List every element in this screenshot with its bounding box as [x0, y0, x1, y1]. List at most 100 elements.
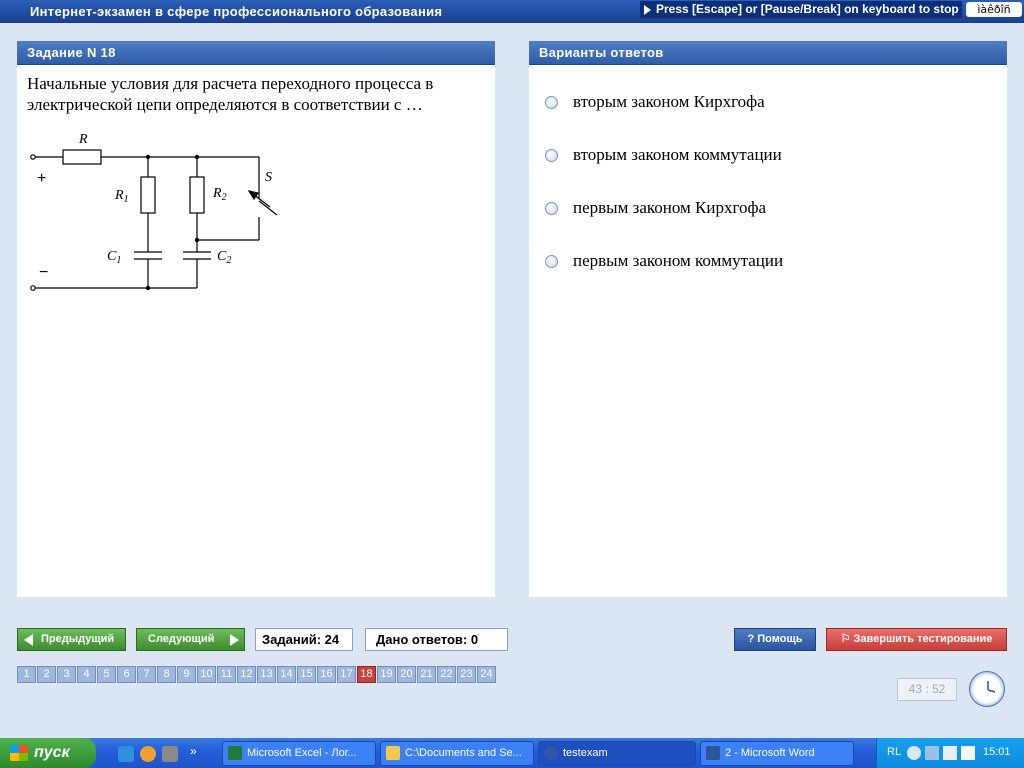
tray-arrow-icon[interactable] — [925, 746, 939, 760]
question-icon: ? — [747, 633, 758, 645]
task-panel: Задание N 18 Начальные условия для расче… — [17, 41, 495, 597]
page-number-button[interactable]: 16 — [317, 666, 336, 683]
help-button-label: Помощь — [757, 633, 803, 645]
tray-clock: 15:01 — [983, 746, 1011, 758]
system-tray: RL 15:01 — [876, 738, 1024, 768]
page-number-button[interactable]: 7 — [137, 666, 156, 683]
prev-button[interactable]: Предыдущий — [17, 628, 126, 651]
start-label: пуск — [34, 744, 70, 761]
answer-option[interactable]: первым законом Кирхгофа — [545, 196, 766, 220]
page-number-button[interactable]: 15 — [297, 666, 316, 683]
quicklaunch-app-icon[interactable] — [162, 746, 178, 762]
page-number-button[interactable]: 24 — [477, 666, 496, 683]
network-icon[interactable] — [943, 746, 957, 760]
media-icon[interactable] — [961, 746, 975, 760]
question-text: Начальные условия для расчета переходног… — [27, 74, 434, 114]
escape-hint-text: Press [Escape] or [Pause/Break] on keybo… — [656, 2, 959, 16]
junction-dot — [194, 237, 200, 243]
taskbar-item-label: Microsoft Excel - Лог... — [247, 747, 357, 759]
junction-dot — [145, 285, 151, 291]
next-button-label: Следующий — [148, 633, 215, 645]
app-title: Интернет-экзамен в сфере профессионально… — [30, 4, 443, 19]
answer-text: вторым законом коммутации — [573, 145, 782, 164]
runner-icon: ⚐ — [840, 633, 854, 645]
media-player-icon[interactable] — [140, 746, 156, 762]
answer-text: вторым законом Кирхгофа — [573, 92, 765, 111]
clock-icon — [969, 671, 1005, 707]
help-button[interactable]: ? Помощь — [734, 628, 816, 651]
page-number-button[interactable]: 2 — [37, 666, 56, 683]
label-plus: + — [37, 170, 46, 187]
arrow-left-icon — [24, 634, 33, 646]
testexam-icon — [544, 746, 558, 760]
radio-button[interactable] — [545, 148, 558, 162]
taskbar-item-label: 2 - Microsoft Word — [725, 747, 815, 759]
page-number-button[interactable]: 9 — [177, 666, 196, 683]
junction-dot — [145, 154, 151, 160]
page-number-button[interactable]: 1 — [17, 666, 36, 683]
page-number-button[interactable]: 18 — [357, 666, 376, 683]
page-number-button[interactable]: 6 — [117, 666, 136, 683]
taskbar-item-word[interactable]: 2 - Microsoft Word — [700, 741, 854, 766]
page-number-button[interactable]: 22 — [437, 666, 456, 683]
word-icon — [706, 746, 720, 760]
circuit-diagram: R R1 R2 C1 C2 S + − — [30, 132, 278, 291]
label-r2: R2 — [212, 186, 227, 203]
excel-icon — [228, 746, 242, 760]
taskbar-item-label: C:\Documents and Se... — [405, 747, 522, 759]
radio-button[interactable] — [545, 254, 558, 268]
junction-dot — [194, 154, 200, 160]
label-c1: C1 — [107, 249, 121, 266]
start-button[interactable]: пуск — [0, 738, 96, 768]
page-number-button[interactable]: 4 — [77, 666, 96, 683]
page-number-button[interactable]: 12 — [237, 666, 256, 683]
page-number-button[interactable]: 20 — [397, 666, 416, 683]
answers-given-count: Дано ответов: 0 — [365, 628, 508, 651]
answer-option[interactable]: первым законом коммутации — [545, 249, 783, 273]
answer-text: первым законом Кирхгофа — [573, 198, 767, 217]
finish-test-button[interactable]: ⚐ Завершить тестирование — [826, 628, 1007, 651]
answer-option[interactable]: вторым законом Кирхгофа — [545, 90, 765, 114]
play-arrow-icon — [644, 5, 651, 15]
page-number-button[interactable]: 14 — [277, 666, 296, 683]
taskbar-item-label: testexam — [563, 747, 608, 759]
page-number-button[interactable]: 10 — [197, 666, 216, 683]
title-bar: Интернет-экзамен в сфере профессионально… — [0, 0, 1024, 23]
timer: 43 : 52 — [897, 678, 957, 701]
page-navigator: 1 2 3 4 5 6 7 8 9 10 11 12 13 14 15 16 17 18 19 20 21 22 23 24 — [17, 666, 497, 683]
windows-logo-icon — [10, 745, 28, 761]
prev-button-label: Предыдущий — [41, 633, 115, 645]
finish-button-label: Завершить тестирование — [853, 633, 993, 645]
next-button[interactable]: Следующий — [136, 628, 245, 651]
keyboard-lang-indicator: ìàêðîñ — [966, 2, 1022, 17]
page-number-button[interactable]: 3 — [57, 666, 76, 683]
task-header: Задание N 18 — [17, 41, 495, 65]
taskbar-item-explorer[interactable]: C:\Documents and Se... — [380, 741, 534, 766]
page-number-button[interactable]: 13 — [257, 666, 276, 683]
answers-panel: Варианты ответов вторым законом Кирхгофа… — [529, 41, 1007, 597]
ie-icon[interactable] — [118, 746, 134, 762]
page-number-button[interactable]: 17 — [337, 666, 356, 683]
tasks-count: Заданий: 24 — [255, 628, 353, 651]
page-number-button[interactable]: 11 — [217, 666, 236, 683]
escape-hint: Press [Escape] or [Pause/Break] on keybo… — [640, 1, 962, 18]
answer-option[interactable]: вторым законом коммутации — [545, 143, 782, 167]
folder-icon — [386, 746, 400, 760]
radio-button[interactable] — [545, 201, 558, 215]
answers-header: Варианты ответов — [529, 41, 1007, 65]
tray-lang[interactable]: RL — [887, 746, 901, 758]
radio-button[interactable] — [545, 95, 558, 109]
taskbar-item-testexam[interactable]: testexam — [538, 741, 696, 766]
page-number-button[interactable]: 8 — [157, 666, 176, 683]
page-number-button[interactable]: 21 — [417, 666, 436, 683]
page-number-button[interactable]: 19 — [377, 666, 396, 683]
quicklaunch-more[interactable]: » — [190, 744, 197, 758]
arrow-right-icon — [230, 634, 239, 646]
taskbar-item-excel[interactable]: Microsoft Excel - Лог... — [222, 741, 376, 766]
label-r: R — [78, 132, 88, 147]
page-number-button[interactable]: 5 — [97, 666, 116, 683]
label-r1: R1 — [114, 188, 129, 205]
page-number-button[interactable]: 23 — [457, 666, 476, 683]
answer-text: первым законом коммутации — [573, 251, 784, 270]
tray-expand-icon[interactable] — [907, 746, 921, 760]
